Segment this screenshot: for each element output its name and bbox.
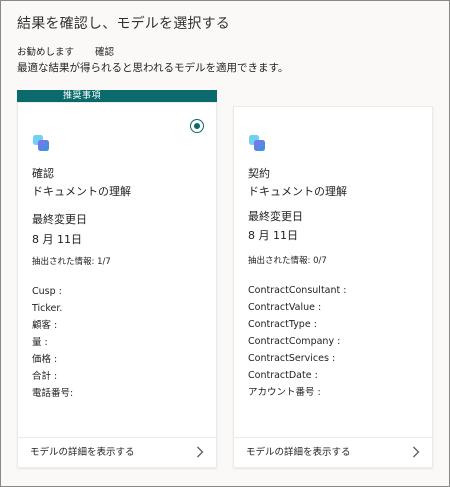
description: 最適な結果が得られると思われるモデルを適用できます。 xyxy=(17,62,289,74)
model-cube-icon xyxy=(249,135,265,151)
page-title: 結果を確認し、モデルを選択する xyxy=(17,16,230,32)
model-cube-icon xyxy=(33,135,49,151)
model-name: 契約 xyxy=(248,167,270,180)
recommended-model: 確認 xyxy=(95,47,115,58)
field-item: ContractServices : xyxy=(248,353,336,364)
field-item: 価格 : xyxy=(32,354,58,365)
view-details-label: モデルの詳細を表示する xyxy=(246,447,351,458)
model-type: ドキュメントの理解 xyxy=(32,185,131,198)
field-item: Cusp : xyxy=(32,286,62,297)
field-item: ContractType : xyxy=(248,319,317,330)
modified-label: 最終変更日 xyxy=(32,213,87,226)
field-item: 合計 : xyxy=(32,371,58,382)
field-item: ContractDate : xyxy=(248,370,318,381)
field-item: ContractCompany : xyxy=(248,336,341,347)
modified-date: 8 月 11日 xyxy=(32,233,82,246)
field-item: 顧客 : xyxy=(32,320,58,331)
model-card-review[interactable]: 確認 ドキュメントの理解 最終変更日 8 月 11日 抽出された情報: 1/7 … xyxy=(17,102,217,468)
view-model-details-link[interactable]: モデルの詳細を表示する xyxy=(18,437,216,467)
view-model-details-link[interactable]: モデルの詳細を表示する xyxy=(234,437,432,467)
field-list: Cusp : Ticker. 顧客 : 量 : 価格 : 合計 : 電話番号: xyxy=(32,283,73,402)
chevron-right-icon xyxy=(197,446,204,458)
select-model-panel: 結果を確認し、モデルを選択する お勧めします 確認 最適な結果が得られると思われ… xyxy=(0,0,450,487)
extracted-info: 抽出された情報: 0/7 xyxy=(248,256,327,266)
field-list: ContractConsultant : ContractValue : Con… xyxy=(248,282,346,401)
chevron-right-icon xyxy=(413,446,420,458)
field-item: アカウント番号 : xyxy=(248,387,321,398)
field-item: Ticker. xyxy=(32,303,63,314)
model-card-contract[interactable]: 契約 ドキュメントの理解 最終変更日 8 月 11日 抽出された情報: 0/7 … xyxy=(233,106,433,468)
recommended-label: お勧めします xyxy=(17,47,75,58)
field-item: ContractConsultant : xyxy=(248,285,347,296)
field-item: 電話番号: xyxy=(32,388,74,399)
modified-date: 8 月 11日 xyxy=(248,229,298,242)
model-name: 確認 xyxy=(32,167,54,180)
modified-label: 最終変更日 xyxy=(248,210,303,223)
view-details-label: モデルの詳細を表示する xyxy=(30,447,135,458)
recommendation-line: お勧めします 確認 xyxy=(17,44,114,58)
model-type: ドキュメントの理解 xyxy=(248,185,347,198)
extracted-info: 抽出された情報: 1/7 xyxy=(32,257,111,267)
field-item: ContractValue : xyxy=(248,302,322,313)
field-item: 量 : xyxy=(32,337,48,348)
recommended-badge: 推奨事項 xyxy=(17,90,217,102)
selected-radio[interactable] xyxy=(190,119,204,133)
